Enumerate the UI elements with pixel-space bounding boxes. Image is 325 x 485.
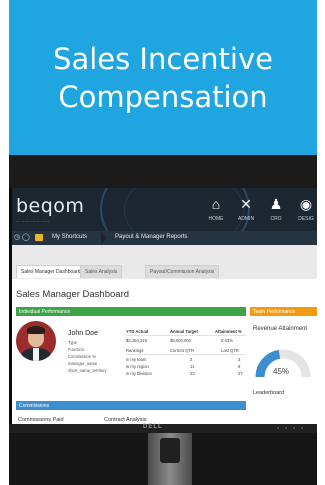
title-banner: Sales Incentive Compensation: [9, 0, 317, 155]
monitor-screen: beqom ... ...... ...... ...... ⌂ HOME ✕ …: [12, 188, 317, 424]
people-icon: ♟: [269, 196, 283, 212]
app-logo[interactable]: beqom: [16, 195, 84, 217]
app-header: beqom ... ...... ...... ...... ⌂ HOME ✕ …: [12, 188, 317, 231]
monitor-bezel: DELL: [9, 424, 317, 433]
monitor-button[interactable]: [301, 427, 303, 429]
nav-home[interactable]: ⌂ HOME: [205, 196, 227, 222]
leaderboard-label: Leaderboard: [253, 390, 285, 396]
app-tagline: ... ...... ...... ......: [16, 218, 50, 224]
background-strip: [9, 155, 317, 188]
revenue-attainment-gauge: [255, 349, 311, 378]
nav-admin-label: ADMIN: [237, 216, 255, 222]
tools-icon: ✕: [240, 196, 252, 212]
gauge-value: 45%: [273, 367, 290, 376]
nav-design-label: DESIG: [298, 216, 314, 222]
monitor-button[interactable]: [285, 427, 287, 429]
breadcrumb-payout-reports[interactable]: Payout & Manager Reports: [115, 234, 187, 240]
dashboard-content: Sales Manager Dashboard Sales Analysis P…: [12, 245, 317, 424]
page: Sales Incentive Compensation beqom ... .…: [9, 0, 317, 485]
nav-design[interactable]: ◉ DESIG: [295, 196, 317, 222]
home-icon: ⌂: [211, 196, 221, 212]
history-icons[interactable]: ◷ ◯: [14, 233, 30, 241]
monitor-stand: [148, 433, 192, 485]
stand-cable-hole: [160, 438, 180, 463]
nav-cro[interactable]: ♟ CRO: [265, 196, 287, 222]
contract-analysis-label: Contract Analysis: [104, 417, 147, 423]
banner-title: Sales Incentive Compensation: [53, 40, 273, 116]
globe-icon: ◉: [299, 196, 313, 212]
monitor-button[interactable]: [277, 427, 279, 429]
nav-admin[interactable]: ✕ ADMIN: [235, 196, 257, 222]
breadcrumb-separator: [101, 231, 107, 245]
nav-cro-label: CRO: [270, 216, 282, 222]
nav-home-label: HOME: [208, 216, 224, 222]
banner-title-line1: Sales Incentive: [53, 41, 273, 76]
monitor-brand-logo: DELL: [143, 424, 163, 430]
commissions-paid-label: Commissions Paid: [18, 417, 64, 423]
top-nav: ⌂ HOME ✕ ADMIN ♟ CRO ◉ DESIG: [205, 196, 317, 222]
banner-title-line2: Compensation: [58, 79, 268, 114]
shortcut-bar: ◷ ◯ My Shortcuts Payout & Manager Report…: [12, 231, 317, 245]
my-shortcuts-link[interactable]: My Shortcuts: [52, 234, 87, 240]
monitor: beqom ... ...... ...... ...... ⌂ HOME ✕ …: [9, 188, 317, 433]
folder-icon[interactable]: [35, 234, 43, 241]
monitor-button[interactable]: [293, 427, 295, 429]
